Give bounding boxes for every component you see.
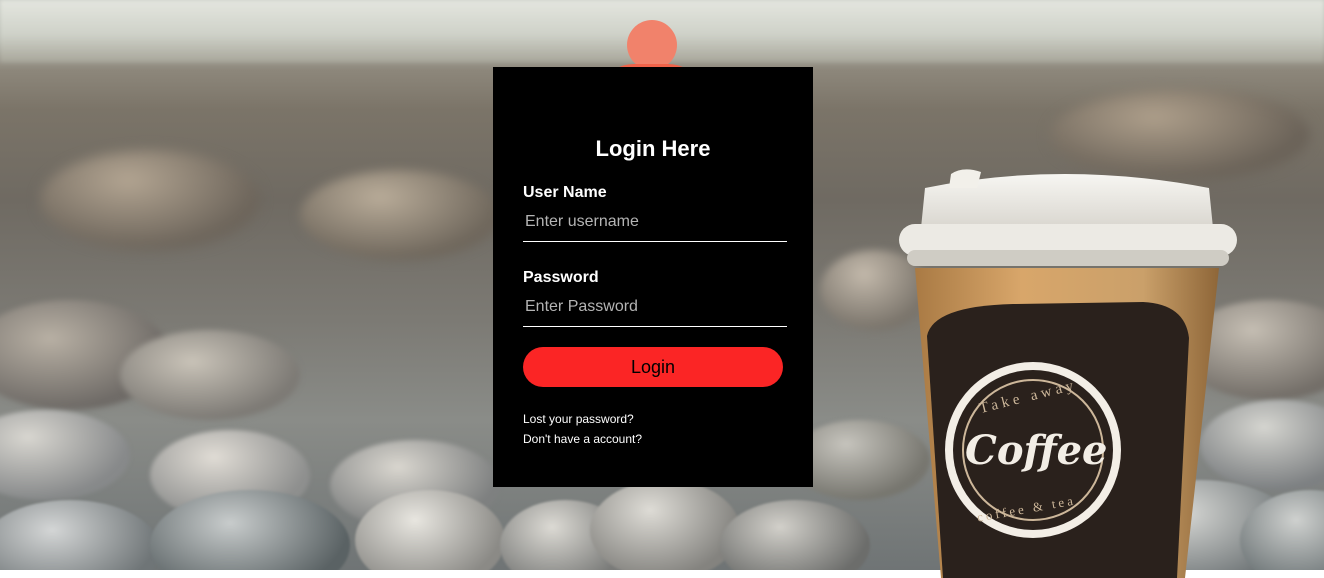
coffee-cup-image: Take away Coffee coffee & tea [899, 169, 1237, 578]
pebble [40, 150, 260, 250]
pebble [0, 410, 130, 500]
login-title: Login Here [595, 136, 711, 161]
login-links: Lost your password? Don't have a account… [523, 409, 783, 449]
username-input[interactable] [523, 211, 787, 242]
cup-logo-word: Coffee [965, 427, 1108, 474]
pebble [1050, 90, 1310, 180]
login-button[interactable]: Login [523, 347, 783, 387]
pebble [300, 170, 500, 260]
avatar-head [627, 20, 677, 70]
pebble [720, 500, 870, 570]
login-form: User Name Password Login Lost your passw… [523, 183, 787, 449]
password-label: Password [523, 269, 599, 286]
username-label: User Name [523, 184, 607, 201]
pebble [120, 330, 300, 420]
lost-password-link[interactable]: Lost your password? [523, 409, 783, 429]
signup-link[interactable]: Don't have a account? [523, 429, 783, 449]
pebble [0, 500, 160, 570]
pebble [590, 480, 740, 570]
password-input[interactable] [523, 296, 787, 327]
login-panel: Login Here User Name Password Login Lost… [493, 67, 813, 487]
